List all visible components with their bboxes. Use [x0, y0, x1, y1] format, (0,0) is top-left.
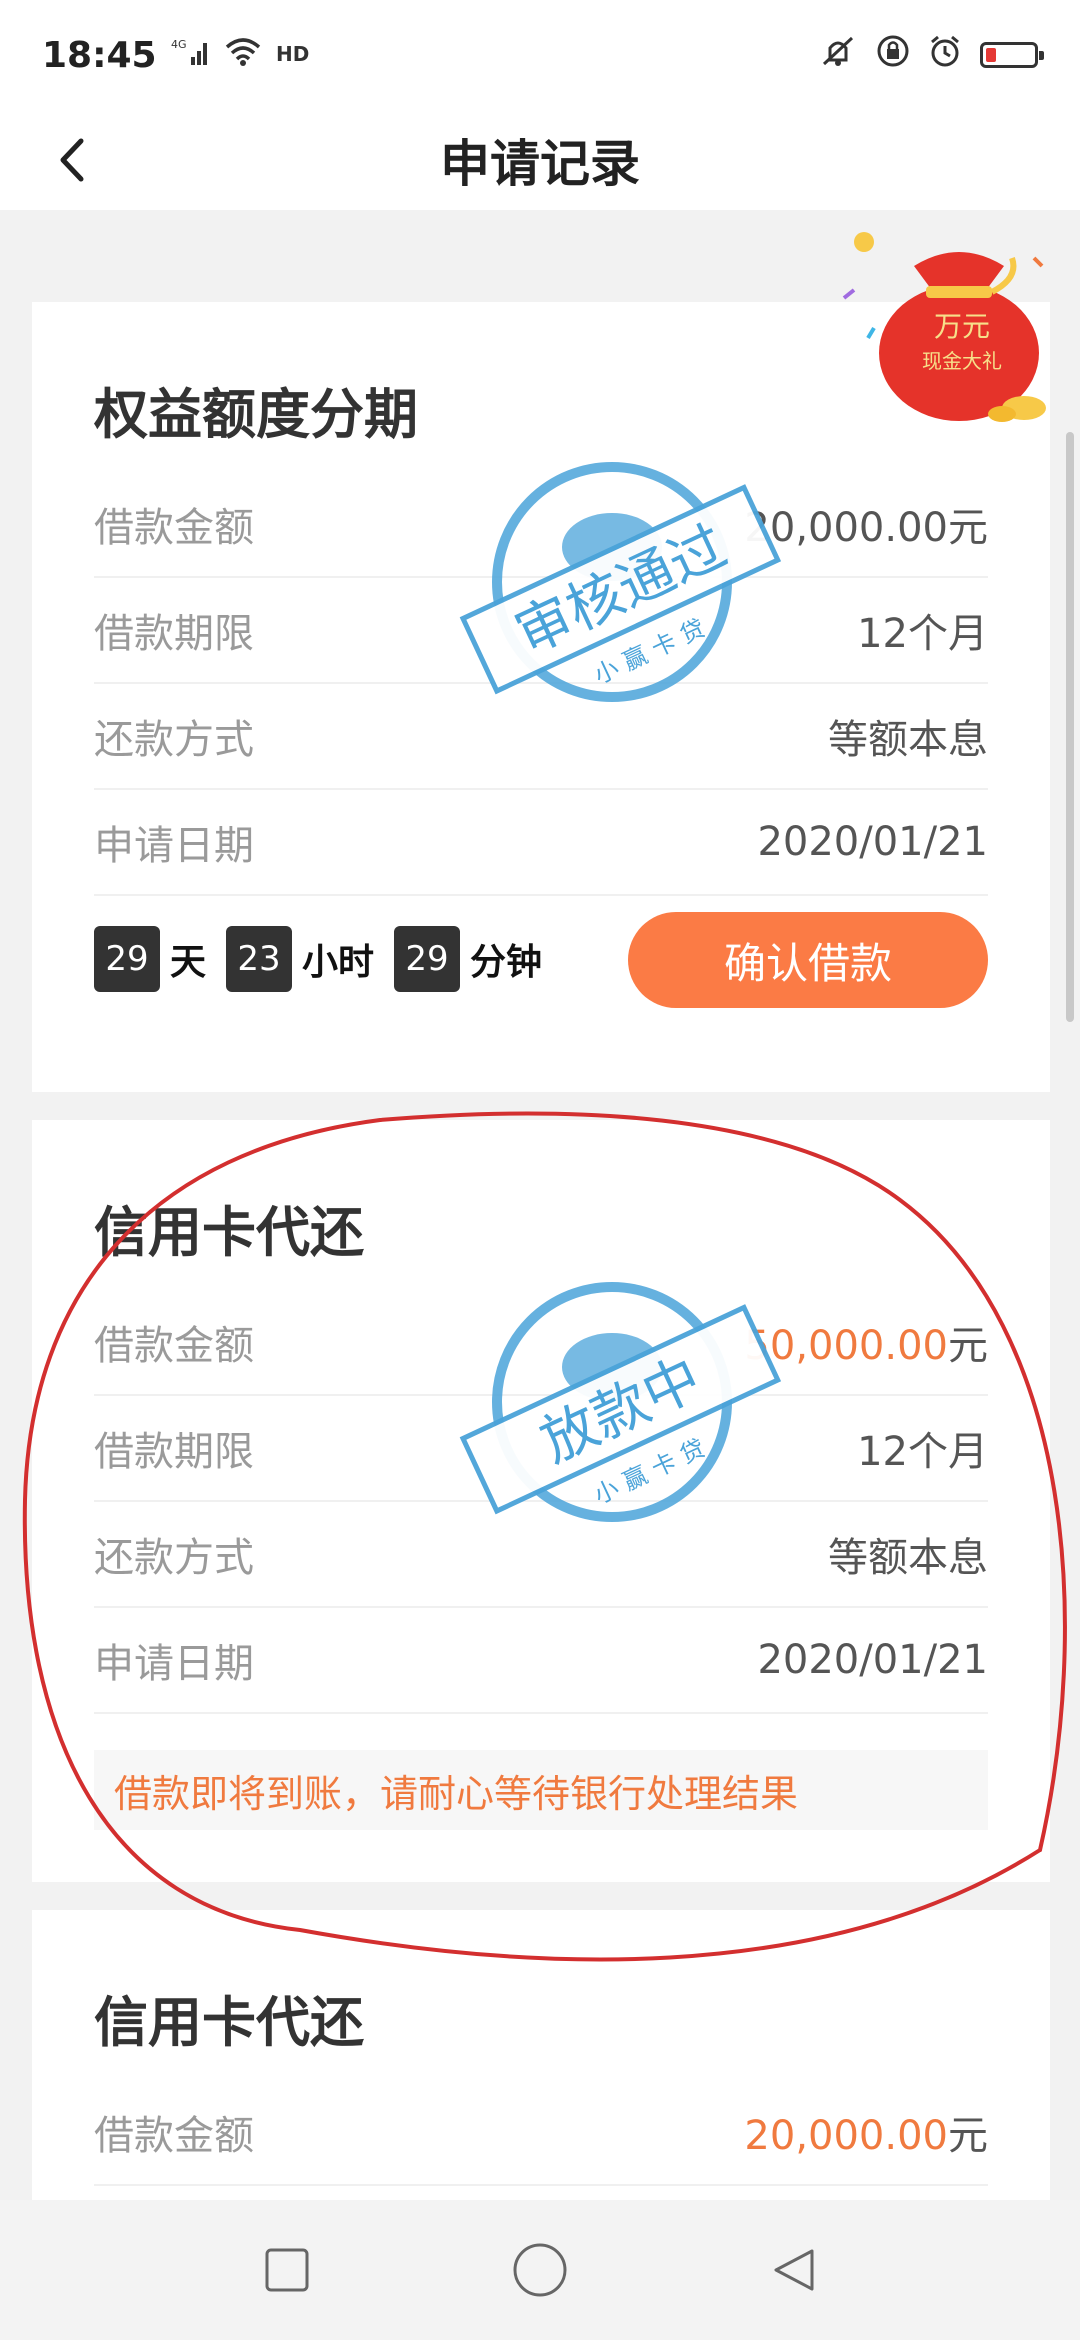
status-bar: 18:45 4G HD	[0, 0, 1080, 110]
row-label: 借款期限	[94, 611, 254, 657]
row-value: 12个月	[857, 1429, 988, 1475]
row-value: 等额本息	[828, 717, 988, 763]
row-label: 还款方式	[94, 1535, 254, 1581]
back-nav-button[interactable]	[753, 2230, 833, 2310]
confirm-loan-button[interactable]: 确认借款	[628, 912, 988, 1008]
row-label: 借款金额	[94, 1323, 254, 1369]
square-icon	[265, 2248, 309, 2292]
card-title: 信用卡代还	[94, 1991, 364, 2054]
row-label: 借款金额	[94, 2113, 254, 2159]
promo-line2: 现金大礼	[922, 349, 1002, 373]
countdown-hours: 23	[226, 926, 293, 992]
back-button[interactable]	[40, 128, 104, 192]
row-label: 申请日期	[94, 823, 254, 869]
home-button[interactable]	[500, 2230, 580, 2310]
chevron-left-icon	[60, 138, 84, 182]
countdown-minutes: 29	[394, 926, 461, 992]
network-label: 4G	[171, 38, 187, 51]
countdown-days: 29	[94, 926, 160, 992]
countdown: 29 天 23 小时 29 分钟	[94, 926, 552, 992]
approved-stamp: 审核通过 小 赢 卡 贷	[452, 452, 782, 712]
alarm-icon	[928, 34, 962, 77]
card-title: 信用卡代还	[94, 1201, 364, 1264]
countdown-hours-unit: 小时	[302, 942, 375, 983]
battery-level	[986, 48, 996, 62]
row-value: 2020/01/21	[757, 1637, 988, 1683]
recents-button[interactable]	[247, 2230, 327, 2310]
record-card: 信用卡代还 借款金额 20,000.00元	[32, 1910, 1050, 2200]
wifi-icon	[225, 35, 261, 76]
row-apply-date: 申请日期 2020/01/21	[94, 1608, 988, 1714]
scrollbar[interactable]	[1066, 432, 1074, 1022]
row-loan-amount: 借款金额 20,000.00元	[94, 2080, 988, 2186]
system-nav-bar	[0, 2200, 1080, 2340]
nav-bar: 申请记录	[0, 110, 1080, 210]
promo-gift-bag[interactable]: 万元 现金大礼	[834, 228, 1064, 428]
record-card: 信用卡代还 借款金额 50,000.00元 借款期限 12个月 还款方式 等额本…	[32, 1120, 1050, 1882]
status-left: 18:45 4G HD	[42, 35, 309, 76]
row-apply-date: 申请日期 2020/01/21	[94, 790, 988, 896]
record-list[interactable]: 权益额度分期 借款金额 20,000.00元 借款期限 12个月 还款方式 等额…	[0, 210, 1080, 2200]
row-label: 还款方式	[94, 717, 254, 763]
signal-icon: 4G	[171, 35, 211, 76]
hd-icon: HD	[275, 35, 309, 76]
promo-line1: 万元	[934, 310, 990, 343]
row-label: 申请日期	[94, 1641, 254, 1687]
row-value: 20,000.00元	[744, 2113, 988, 2159]
row-value: 2020/01/21	[757, 819, 988, 865]
disbursing-stamp: 放款中 小 赢 卡 贷	[452, 1272, 782, 1532]
circle-icon	[513, 2243, 567, 2297]
status-time: 18:45	[42, 34, 157, 76]
row-label: 借款期限	[94, 1429, 254, 1475]
row-value: 等额本息	[828, 1535, 988, 1581]
countdown-minutes-unit: 分钟	[470, 942, 543, 983]
battery-icon	[980, 42, 1044, 68]
page-title: 申请记录	[440, 135, 640, 193]
card-title: 权益额度分期	[94, 383, 418, 446]
countdown-days-unit: 天	[170, 942, 207, 983]
triangle-back-icon	[774, 2249, 814, 2291]
status-notice: 借款即将到账，请耐心等待银行处理结果	[94, 1750, 988, 1830]
row-label: 借款金额	[94, 505, 254, 551]
lock-rotation-icon	[876, 34, 910, 77]
status-right	[818, 34, 1044, 77]
hd-label: HD	[276, 42, 309, 66]
vibrate-icon	[818, 34, 858, 77]
row-value: 12个月	[857, 611, 988, 657]
